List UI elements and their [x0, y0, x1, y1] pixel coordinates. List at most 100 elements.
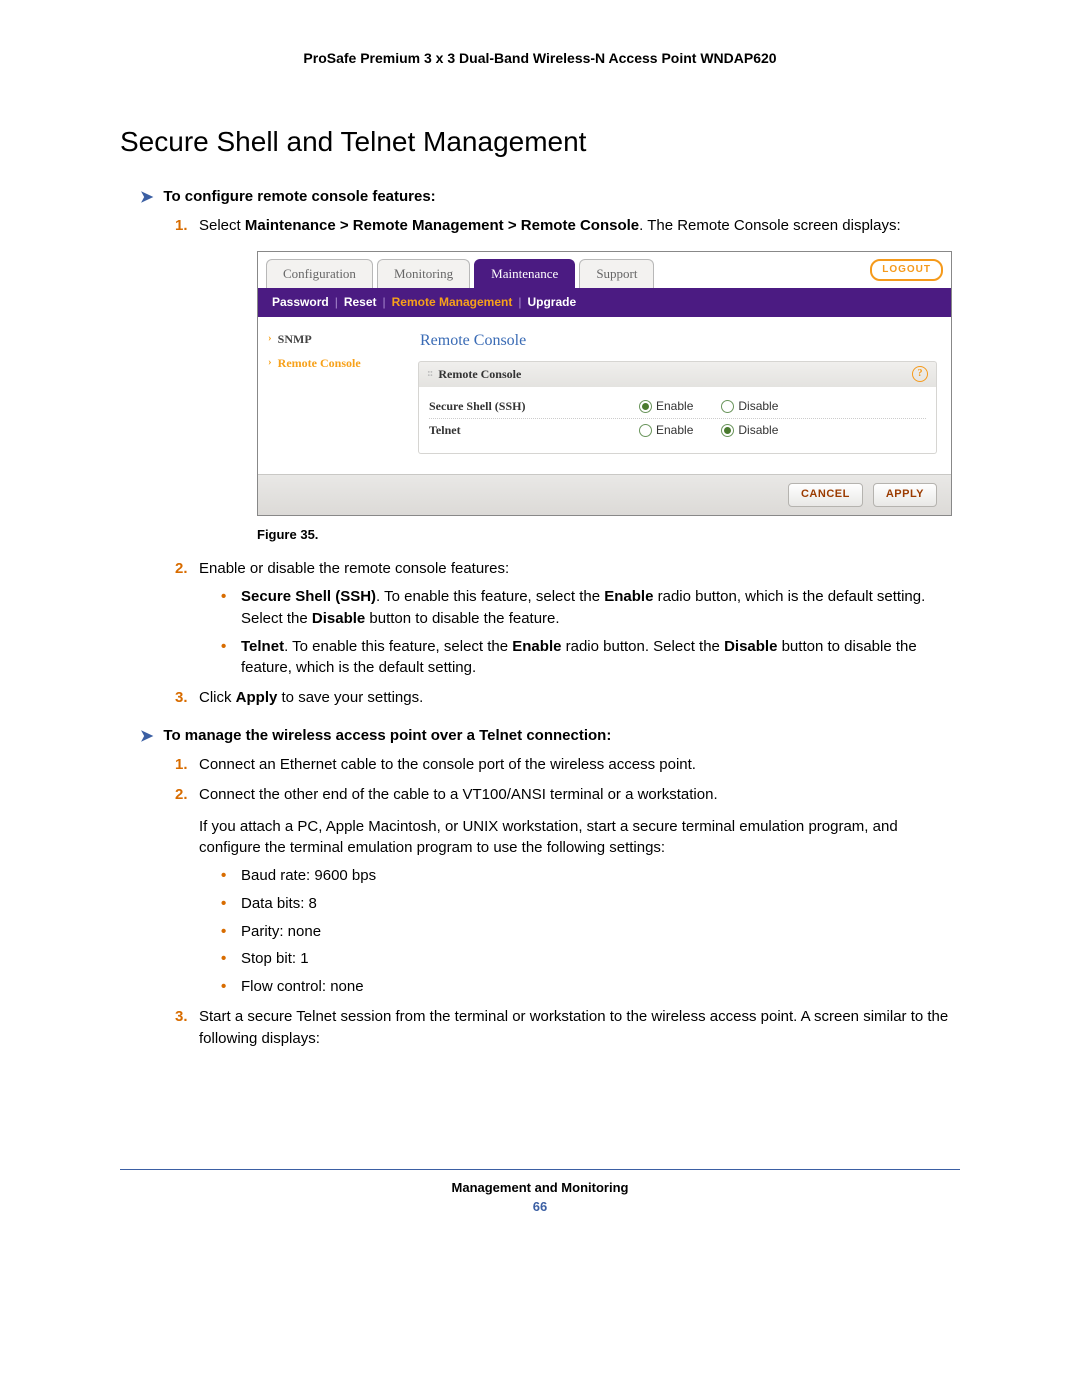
text-bold: Disable: [724, 638, 777, 655]
terminal-settings: Baud rate: 9600 bps Data bits: 8 Parity:…: [221, 865, 960, 998]
radio-dot-icon: [721, 424, 734, 437]
panel-bar: :: Remote Console ?: [418, 361, 937, 387]
bullet-telnet: Telnet. To enable this feature, select t…: [221, 636, 960, 680]
section-title: Secure Shell and Telnet Management: [120, 126, 960, 158]
apply-button[interactable]: APPLY: [873, 483, 937, 507]
proc1-step3: 3. Click Apply to save your settings.: [175, 687, 960, 709]
subtab-upgrade[interactable]: Upgrade: [527, 294, 576, 311]
sidebar-item-label: SNMP: [278, 331, 312, 348]
text-bold: Disable: [312, 610, 365, 627]
radio-label: Disable: [738, 422, 778, 439]
text: Connect an Ethernet cable to the console…: [199, 756, 696, 773]
text: . The Remote Console screen displays:: [639, 217, 901, 234]
text: Select: [199, 217, 245, 234]
separator: |: [518, 294, 521, 311]
figure-caption: Figure 35.: [257, 526, 960, 545]
page-footer: Management and Monitoring 66: [120, 1169, 960, 1214]
proc2-heading: ➤ To manage the wireless access point ov…: [140, 727, 960, 746]
subtab-remote-management[interactable]: Remote Management: [392, 294, 513, 311]
tab-maintenance[interactable]: Maintenance: [474, 259, 575, 288]
proc1-step2: 2. Enable or disable the remote console …: [175, 558, 960, 679]
radio-group-telnet: Enable Disable: [639, 422, 778, 439]
panel-title: Remote Console: [420, 329, 937, 352]
proc2-heading-text: To manage the wireless access point over…: [163, 727, 611, 744]
ui-main-panel: Remote Console :: Remote Console ? Secur…: [408, 317, 951, 473]
cancel-button[interactable]: CANCEL: [788, 483, 863, 507]
tab-configuration[interactable]: Configuration: [266, 259, 373, 288]
text-bold: Enable: [604, 588, 653, 605]
radio-ssh-enable[interactable]: Enable: [639, 398, 693, 415]
ui-screenshot: Configuration Monitoring Maintenance Sup…: [257, 251, 952, 516]
radio-group-ssh: Enable Disable: [639, 398, 778, 415]
step-number: 1.: [175, 215, 188, 237]
text-bold: Secure Shell (SSH): [241, 588, 376, 605]
setting-item: Flow control: none: [221, 976, 960, 998]
text: . To enable this feature, select the: [376, 588, 604, 605]
text: Start a secure Telnet session from the t…: [199, 1008, 948, 1047]
step-number: 3.: [175, 1006, 188, 1028]
panel-content: Secure Shell (SSH) Enable Disable Telnet…: [418, 387, 937, 454]
radio-telnet-disable[interactable]: Disable: [721, 422, 778, 439]
setting-item: Baud rate: 9600 bps: [221, 865, 960, 887]
option-label: Telnet: [429, 422, 639, 439]
text: Connect the other end of the cable to a …: [199, 786, 718, 803]
arrow-icon: ➤: [140, 727, 153, 746]
bullet-ssh: Secure Shell (SSH). To enable this featu…: [221, 586, 960, 630]
text: . To enable this feature, select the: [284, 638, 512, 655]
text: button to disable the feature.: [365, 610, 559, 627]
ui-sidebar: › SNMP › Remote Console: [258, 317, 408, 473]
footer-page-number: 66: [120, 1199, 960, 1214]
text-bold: Maintenance > Remote Management > Remote…: [245, 217, 639, 234]
text: Click: [199, 689, 236, 706]
setting-item: Parity: none: [221, 921, 960, 943]
radio-telnet-enable[interactable]: Enable: [639, 422, 693, 439]
text-bold: Telnet: [241, 638, 284, 655]
ui-sub-tabs: Password | Reset | Remote Management | U…: [258, 288, 951, 317]
radio-label: Enable: [656, 422, 693, 439]
radio-dot-icon: [639, 424, 652, 437]
proc1-heading: ➤ To configure remote console features:: [140, 188, 960, 207]
setting-item: Data bits: 8: [221, 893, 960, 915]
radio-label: Disable: [738, 398, 778, 415]
step-number: 3.: [175, 687, 188, 709]
proc2-step2: 2. Connect the other end of the cable to…: [175, 784, 960, 998]
chevron-right-icon: ›: [268, 331, 272, 348]
radio-ssh-disable[interactable]: Disable: [721, 398, 778, 415]
ui-footer: CANCEL APPLY: [258, 474, 951, 515]
help-icon[interactable]: ?: [912, 366, 928, 382]
tab-monitoring[interactable]: Monitoring: [377, 259, 470, 288]
proc1-step2-bullets: Secure Shell (SSH). To enable this featu…: [221, 586, 960, 679]
option-label: Secure Shell (SSH): [429, 398, 639, 415]
panel-bar-label: Remote Console: [438, 366, 521, 383]
separator: |: [383, 294, 386, 311]
proc2-step2-cont: If you attach a PC, Apple Macintosh, or …: [199, 816, 960, 860]
step-number: 2.: [175, 558, 188, 580]
proc1-steps: 1. Select Maintenance > Remote Managemen…: [175, 215, 960, 709]
footer-section: Management and Monitoring: [120, 1180, 960, 1195]
tab-support[interactable]: Support: [579, 259, 654, 288]
subtab-password[interactable]: Password: [272, 294, 329, 311]
logout-button[interactable]: LOGOUT: [870, 259, 943, 282]
sidebar-item-snmp[interactable]: › SNMP: [268, 331, 398, 348]
text: to save your settings.: [277, 689, 423, 706]
subtab-reset[interactable]: Reset: [344, 294, 377, 311]
proc2-step3: 3. Start a secure Telnet session from th…: [175, 1006, 960, 1050]
sidebar-item-label: Remote Console: [278, 355, 361, 372]
chevron-right-icon: ›: [268, 355, 272, 372]
text: radio button. Select the: [561, 638, 724, 655]
radio-dot-icon: [639, 400, 652, 413]
proc1-step1: 1. Select Maintenance > Remote Managemen…: [175, 215, 960, 544]
text: Enable or disable the remote console fea…: [199, 560, 509, 577]
setting-item: Stop bit: 1: [221, 948, 960, 970]
proc2-steps: 1. Connect an Ethernet cable to the cons…: [175, 754, 960, 1049]
option-row-telnet: Telnet Enable Disable: [429, 419, 926, 442]
doc-header: ProSafe Premium 3 x 3 Dual-Band Wireless…: [120, 50, 960, 66]
grip-icon: ::: [427, 366, 432, 382]
text-bold: Enable: [512, 638, 561, 655]
sidebar-item-remote-console[interactable]: › Remote Console: [268, 355, 398, 372]
separator: |: [335, 294, 338, 311]
step-number: 1.: [175, 754, 188, 776]
proc2-step1: 1. Connect an Ethernet cable to the cons…: [175, 754, 960, 776]
radio-label: Enable: [656, 398, 693, 415]
step-number: 2.: [175, 784, 188, 806]
